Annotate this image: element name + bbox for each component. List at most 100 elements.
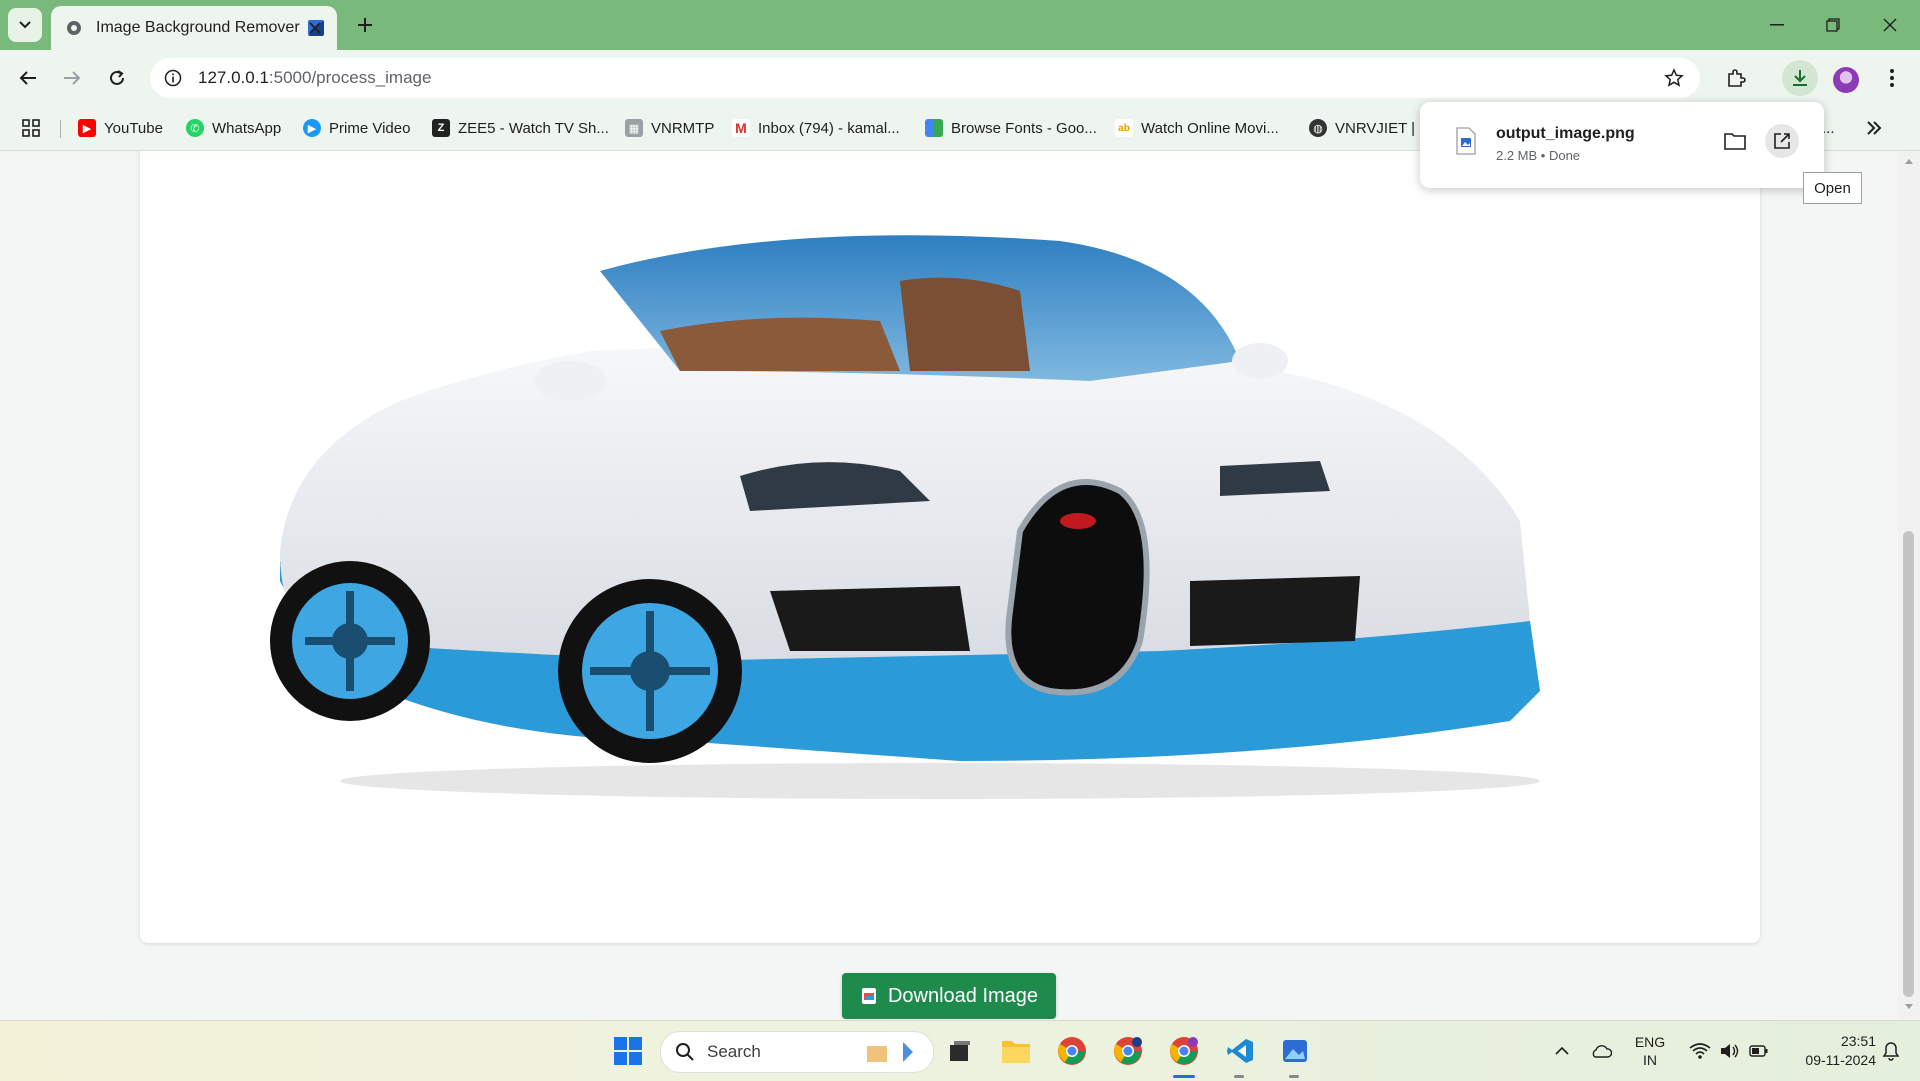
back-button[interactable] xyxy=(10,60,46,96)
restore-icon xyxy=(1826,18,1840,32)
bookmark-whatsapp[interactable]: ✆ WhatsApp xyxy=(186,116,281,140)
language-indicator[interactable]: ENG IN xyxy=(1630,1031,1670,1071)
reload-icon xyxy=(110,70,124,85)
reload-button[interactable] xyxy=(99,60,135,96)
url-text: 127.0.0.1:5000/process_image xyxy=(198,68,431,88)
clock[interactable]: 23:51 09-11-2024 xyxy=(1776,1031,1876,1071)
task-view-icon xyxy=(950,1041,970,1061)
bookmark-vnrmtp[interactable]: ▦ VNRMTP xyxy=(625,116,714,140)
photos-icon xyxy=(1283,1040,1307,1062)
folder-icon xyxy=(1724,133,1746,150)
chrome-button[interactable] xyxy=(1052,1031,1092,1071)
close-tab-icon[interactable] xyxy=(305,18,325,38)
result-image-card xyxy=(140,151,1760,943)
bookmark-movies[interactable]: ab Watch Online Movi... xyxy=(1115,116,1279,140)
language-top: ENG xyxy=(1634,1034,1666,1050)
bookmark-vnrvjiet[interactable]: ◍ VNRVJIET | H xyxy=(1309,116,1430,140)
bookmark-label: ZEE5 - Watch TV Sh... xyxy=(458,119,609,137)
minimize-icon xyxy=(1770,24,1784,26)
open-external-icon xyxy=(1774,133,1790,149)
image-file-icon xyxy=(861,988,876,1004)
bookmark-youtube[interactable]: ▶ YouTube xyxy=(78,116,163,140)
bookmark-gmail[interactable]: M Inbox (794) - kamal... xyxy=(732,116,900,140)
bookmark-label: WhatsApp xyxy=(212,119,282,137)
close-window-button[interactable] xyxy=(1870,10,1910,40)
search-icon xyxy=(676,1043,694,1061)
start-button[interactable] xyxy=(608,1031,648,1071)
scrollbar[interactable] xyxy=(1898,151,1920,1019)
arrow-left-icon xyxy=(19,71,36,85)
file-explorer-button[interactable] xyxy=(996,1031,1036,1071)
task-view-button[interactable] xyxy=(940,1031,980,1071)
chrome-active-button[interactable] xyxy=(1164,1031,1204,1071)
download-file-meta: 2.2 MB • Done xyxy=(1496,148,1581,163)
bookmark-label: VNRVJIET | H xyxy=(1335,119,1431,137)
bookmark-zee5[interactable]: Z ZEE5 - Watch TV Sh... xyxy=(432,116,609,140)
restore-button[interactable] xyxy=(1813,10,1853,40)
site-info-icon[interactable] xyxy=(162,67,184,89)
vscode-icon xyxy=(1227,1039,1253,1063)
globe-icon xyxy=(64,18,84,38)
close-icon xyxy=(1883,18,1897,32)
chrome-icon xyxy=(1114,1037,1142,1065)
taskbar-search[interactable]: Search xyxy=(660,1031,934,1073)
notification-bell-icon xyxy=(1882,1042,1900,1061)
taskbar-search-label: Search xyxy=(707,1042,761,1061)
page-content: Download Image xyxy=(0,151,1898,1019)
show-hidden-icons-button[interactable] xyxy=(1550,1031,1574,1071)
bookmark-label: Inbox (794) - kamal... xyxy=(758,119,900,137)
download-image-label: Download Image xyxy=(887,984,1039,1007)
search-highlight-icon xyxy=(867,1042,913,1062)
active-tab[interactable]: Image Background Remover xyxy=(51,6,337,50)
youtube-icon: ▶ xyxy=(78,119,96,137)
scroll-thumb[interactable] xyxy=(1903,531,1914,997)
scroll-down-icon[interactable] xyxy=(1904,1003,1914,1011)
apps-grid-icon[interactable] xyxy=(22,116,40,140)
url-host: 127.0.0.1 xyxy=(198,68,269,87)
profile-avatar[interactable] xyxy=(1833,67,1859,93)
plus-icon xyxy=(358,18,372,32)
windows-logo-icon xyxy=(614,1037,642,1065)
chrome-icon xyxy=(1170,1037,1198,1065)
language-bottom: IN xyxy=(1643,1052,1657,1068)
open-file-button[interactable] xyxy=(1765,124,1799,158)
wifi-icon xyxy=(1689,1043,1711,1059)
bookmark-google-fonts[interactable]: Browse Fonts - Goo... xyxy=(925,116,1097,140)
zee5-icon: Z xyxy=(432,119,450,137)
running-app-indicator xyxy=(1234,1075,1244,1078)
chevron-up-icon xyxy=(1555,1046,1569,1055)
vnrmtp-icon: ▦ xyxy=(625,119,643,137)
bookmark-label: Browse Fonts - Goo... xyxy=(951,119,1097,137)
chrome-icon xyxy=(1058,1037,1086,1065)
scroll-up-icon[interactable] xyxy=(1904,157,1914,165)
chevron-right-double-icon[interactable] xyxy=(1866,116,1882,140)
photos-button[interactable] xyxy=(1275,1031,1315,1071)
system-status-group[interactable] xyxy=(1684,1031,1774,1071)
download-file-name[interactable]: output_image.png xyxy=(1496,125,1635,143)
forward-button[interactable] xyxy=(54,60,90,96)
bookmark-label: VNRMTP xyxy=(651,119,715,137)
address-bar[interactable]: 127.0.0.1:5000/process_image xyxy=(150,58,1700,98)
show-in-folder-button[interactable] xyxy=(1720,126,1750,156)
minimize-button[interactable] xyxy=(1757,10,1797,40)
clock-time: 23:51 xyxy=(1840,1033,1876,1049)
png-file-icon xyxy=(1456,127,1476,155)
bookmark-label: YouTube xyxy=(104,119,163,137)
download-image-button[interactable]: Download Image xyxy=(842,973,1056,1019)
tab-search-button[interactable] xyxy=(8,8,42,42)
chrome-profile-2-button[interactable] xyxy=(1108,1031,1148,1071)
browser-toolbar: 127.0.0.1:5000/process_image xyxy=(0,50,1920,106)
folder-icon xyxy=(1002,1041,1030,1063)
vscode-button[interactable] xyxy=(1220,1031,1260,1071)
volume-icon xyxy=(1721,1044,1739,1058)
menu-button[interactable] xyxy=(1874,60,1910,96)
bookmark-prime-video[interactable]: ▶ Prime Video xyxy=(303,116,410,140)
whatsapp-icon: ✆ xyxy=(186,119,204,137)
extensions-button[interactable] xyxy=(1718,60,1754,96)
onedrive-icon[interactable] xyxy=(1588,1031,1614,1071)
tab-title: Image Background Remover xyxy=(96,19,300,36)
new-tab-button[interactable] xyxy=(352,12,378,38)
bookmark-star-icon[interactable] xyxy=(1662,66,1686,90)
notification-button[interactable] xyxy=(1876,1031,1906,1071)
downloads-button[interactable] xyxy=(1782,60,1818,96)
